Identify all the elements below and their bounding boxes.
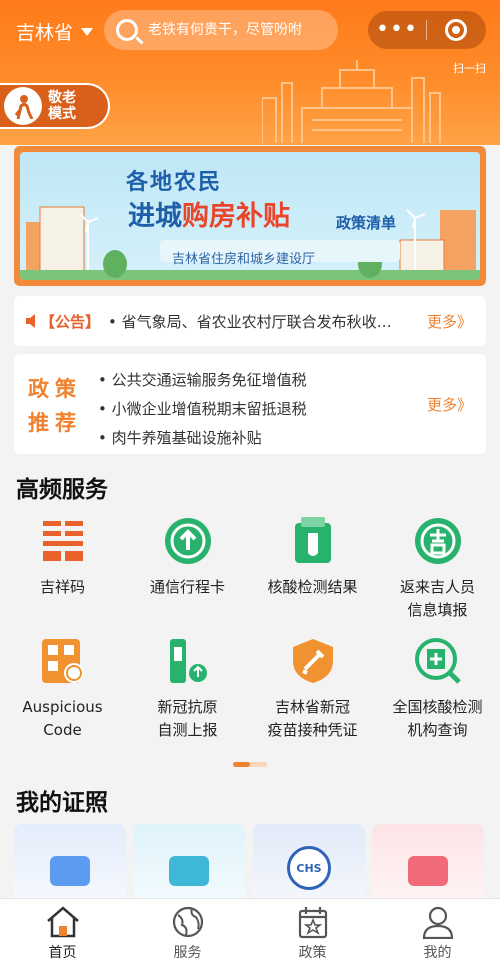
close-mini-program-button[interactable] bbox=[427, 19, 485, 41]
test-tube-icon bbox=[288, 516, 338, 566]
speaker-icon bbox=[26, 314, 35, 328]
service-label: 通信行程卡 bbox=[149, 578, 225, 596]
banner-subtitle: 政策清单 bbox=[336, 214, 397, 232]
antigen-kit-icon bbox=[163, 636, 213, 686]
service-nucleic-institution[interactable]: 全国核酸检测 机构查询 bbox=[375, 636, 500, 742]
mini-program-capsule: ••• bbox=[368, 11, 486, 49]
banner-source: 吉林省住房和城乡建设厅 bbox=[172, 252, 316, 267]
elder-mode-label-1: 敬老 bbox=[48, 90, 76, 106]
search-icon bbox=[116, 19, 138, 41]
elder-mode-label-2: 模式 bbox=[48, 106, 76, 122]
more-menu-button[interactable]: ••• bbox=[368, 19, 426, 41]
elder-icon bbox=[4, 87, 42, 125]
search-bar[interactable] bbox=[104, 10, 338, 50]
high-frequency-title: 高频服务 bbox=[16, 477, 108, 503]
caret-down-icon bbox=[81, 27, 94, 36]
search-input[interactable] bbox=[148, 22, 328, 38]
id-card-icon bbox=[50, 856, 90, 886]
user-icon bbox=[422, 906, 453, 939]
tab-label: 我的 bbox=[423, 945, 452, 961]
tab-label: 政策 bbox=[298, 945, 327, 961]
hospital-search-icon bbox=[413, 636, 463, 686]
policy-recommend-card: 政策 推荐 • 公共交通运输服务免征增值税 • 小微企业增值税期末留抵退税 • … bbox=[14, 354, 486, 454]
service-label: 返来吉人员 信息填报 bbox=[399, 578, 475, 619]
service-label: 全国核酸检测 机构查询 bbox=[392, 698, 483, 739]
service-nucleic-result[interactable]: 核酸检测结果 bbox=[250, 516, 375, 599]
banner-headline: 进城购房补贴 bbox=[128, 194, 290, 233]
announcement-more-link[interactable]: 更多》 bbox=[427, 311, 472, 332]
service-jixiang-code[interactable]: 吉祥码 bbox=[0, 516, 125, 599]
service-label: 吉林省新冠 疫苗接种凭证 bbox=[267, 698, 358, 739]
qr-globe-icon bbox=[38, 636, 88, 686]
policy-title: 政策 推荐 bbox=[28, 372, 82, 440]
certificate-card-driver[interactable] bbox=[372, 824, 484, 904]
service-auspicious-code[interactable]: Auspicious Code bbox=[0, 636, 125, 742]
announcement-tag-label: 【公告】 bbox=[40, 312, 101, 331]
chs-medical-icon: CHS bbox=[287, 846, 331, 890]
policy-item[interactable]: • 肉牛养殖基础设施补贴 bbox=[98, 424, 307, 453]
tab-label: 服务 bbox=[173, 945, 202, 961]
policy-title-1: 政策 bbox=[28, 377, 82, 401]
announcement-bar[interactable]: 【公告】 • 省气象局、省农业农村厅联合发布秋收… 更多》 bbox=[14, 296, 486, 346]
banner-headline-b: 购房补贴 bbox=[182, 201, 290, 232]
service-vaccine-cert[interactable]: 吉林省新冠 疫苗接种凭证 bbox=[250, 636, 375, 742]
home-icon bbox=[46, 906, 79, 938]
tab-label: 首页 bbox=[48, 945, 77, 961]
jixiang-code-icon bbox=[38, 516, 88, 566]
announcement-text: • 省气象局、省农业农村厅联合发布秋收… bbox=[108, 312, 392, 331]
tab-mine[interactable]: 我的 bbox=[375, 899, 500, 967]
bottom-tab-bar: 首页 服务 政策 我的 bbox=[0, 898, 500, 967]
policy-title-2: 推荐 bbox=[28, 411, 82, 435]
city-selector[interactable]: 吉林省 bbox=[16, 18, 94, 45]
announcement-tag: 【公告】 bbox=[26, 311, 100, 332]
page-indicator bbox=[233, 762, 267, 767]
banner-headline-a: 进城 bbox=[128, 201, 182, 232]
scan-label[interactable]: 扫一扫 bbox=[453, 60, 486, 76]
policy-more-link[interactable]: 更多》 bbox=[427, 394, 472, 415]
service-travel-card[interactable]: 通信行程卡 bbox=[125, 516, 250, 599]
service-label: 吉祥码 bbox=[39, 578, 85, 596]
header: 吉林省 ••• 扫一扫 敬老 模式 bbox=[0, 0, 500, 145]
certificate-card-id[interactable] bbox=[14, 824, 126, 904]
my-certificates-title: 我的证照 bbox=[16, 790, 108, 816]
tab-policy[interactable]: 政策 bbox=[250, 899, 375, 967]
target-icon bbox=[445, 19, 467, 41]
social-card-icon bbox=[169, 856, 209, 886]
service-label: 核酸检测结果 bbox=[267, 578, 358, 596]
calendar-star-icon bbox=[298, 907, 327, 939]
service-antigen-report[interactable]: 新冠抗原 自测上报 bbox=[125, 636, 250, 742]
city-label: 吉林省 bbox=[16, 22, 74, 44]
tab-services[interactable]: 服务 bbox=[125, 899, 250, 967]
vaccine-shield-icon bbox=[288, 636, 338, 686]
certificate-card-social[interactable] bbox=[133, 824, 245, 904]
policy-item[interactable]: • 小微企业增值税期末留抵退税 bbox=[98, 395, 307, 424]
policy-list: • 公共交通运输服务免征增值税 • 小微企业增值税期末留抵退税 • 肉牛养殖基础… bbox=[98, 366, 307, 453]
policy-item[interactable]: • 公共交通运输服务免征增值税 bbox=[98, 366, 307, 395]
ji-circle-icon bbox=[413, 516, 463, 566]
service-label: Auspicious Code bbox=[22, 698, 103, 739]
chs-label: CHS bbox=[296, 861, 322, 875]
service-return-report[interactable]: 返来吉人员 信息填报 bbox=[375, 516, 500, 622]
elder-mode-button[interactable]: 敬老 模式 bbox=[0, 83, 110, 129]
tab-home[interactable]: 首页 bbox=[0, 899, 125, 967]
service-label: 新冠抗原 自测上报 bbox=[157, 698, 218, 739]
city-skyline-icon bbox=[262, 60, 441, 143]
globe-icon bbox=[172, 906, 203, 938]
arrow-up-circle-icon bbox=[163, 516, 213, 566]
banner-line-1: 各地农民 bbox=[126, 170, 223, 195]
certificate-card-medical[interactable]: CHS bbox=[253, 824, 365, 904]
promo-banner[interactable]: 各地农民 进城购房补贴 政策清单 吉林省住房和城乡建设厅 bbox=[14, 146, 486, 286]
driver-license-icon bbox=[408, 856, 448, 886]
